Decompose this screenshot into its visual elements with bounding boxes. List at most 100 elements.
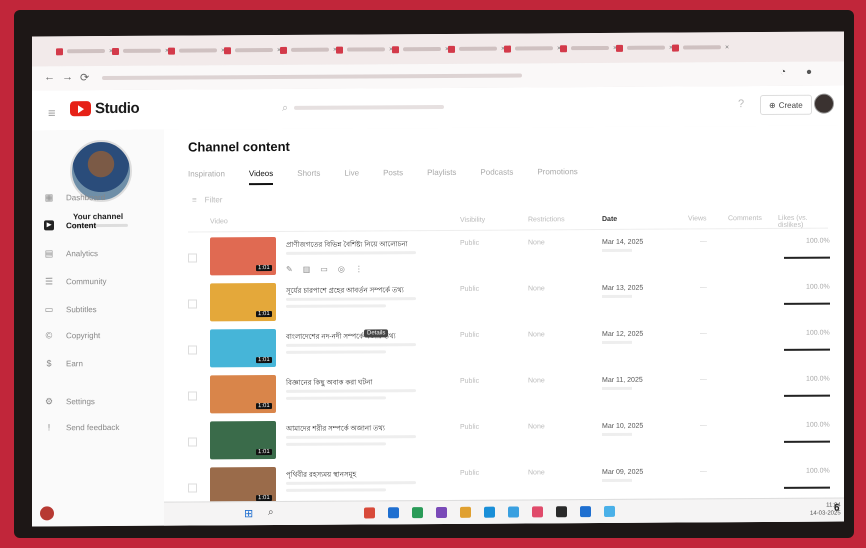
browser-tab[interactable]: × xyxy=(560,42,617,54)
taskbar-app-icon[interactable] xyxy=(412,507,423,519)
comments-icon[interactable]: ▭ xyxy=(320,265,328,274)
tab-title xyxy=(627,45,665,50)
search-input[interactable]: ⌕ xyxy=(282,97,582,117)
browser-tab[interactable]: × xyxy=(336,43,393,55)
sidebar-item-community[interactable]: ☰ Community xyxy=(44,274,107,288)
tab-promotions[interactable]: Promotions xyxy=(537,167,577,183)
taskbar-app-icon[interactable] xyxy=(556,506,567,518)
create-button[interactable]: ⊕ Create xyxy=(760,94,812,116)
help-icon[interactable]: ? xyxy=(738,98,744,110)
browser-tab[interactable]: × xyxy=(280,44,337,56)
browser-tab[interactable]: × xyxy=(504,42,561,54)
sidebar-item-send-feedback[interactable]: ! Send feedback xyxy=(44,420,120,434)
row-checkbox[interactable] xyxy=(188,437,197,447)
taskbar-app-icon[interactable] xyxy=(580,506,591,518)
browser-tab[interactable]: × xyxy=(56,45,113,57)
visibility-value[interactable]: Public xyxy=(460,286,479,293)
video-title[interactable]: পৃথিবীর রহস্যময় স্থানসমূহ xyxy=(286,468,356,480)
table-row[interactable]: 1:01 বিজ্ঞানের কিছু অবাক করা ঘটনা Public No… xyxy=(188,370,830,420)
likes-bar xyxy=(784,302,830,305)
date-value: Mar 12, 2025 xyxy=(602,330,644,338)
row-checkbox[interactable] xyxy=(188,299,197,309)
forward-icon[interactable]: → xyxy=(62,71,73,83)
visibility-value[interactable]: Public xyxy=(460,378,479,385)
tab-title xyxy=(403,46,441,52)
sidebar-item-label: Subtitles xyxy=(66,304,97,314)
browser-tab[interactable]: × xyxy=(392,43,449,55)
video-title[interactable]: আমাদের শরীর সম্পর্কে অজানা তথ্য xyxy=(286,422,385,435)
tab-videos[interactable]: Videos xyxy=(248,169,274,186)
visibility-value[interactable]: Public xyxy=(460,470,479,477)
browser-tab[interactable]: × xyxy=(448,43,505,55)
tab-favicon-icon xyxy=(392,45,399,53)
url-text[interactable] xyxy=(102,73,522,81)
profile-icon[interactable]: ● xyxy=(806,67,812,78)
video-title[interactable]: সূর্যের চারপাশে গ্রহের আবর্তন সম্পর্কে ত… xyxy=(286,284,404,297)
taskbar-app-icon[interactable] xyxy=(388,507,399,519)
sidebar-item-copyright[interactable]: © Copyright xyxy=(44,328,101,342)
col-date[interactable]: Date xyxy=(602,216,617,223)
avatar[interactable] xyxy=(814,93,834,114)
row-checkbox[interactable] xyxy=(188,483,197,493)
tab-posts[interactable]: Posts xyxy=(383,168,403,184)
video-description xyxy=(286,343,416,347)
menu-icon[interactable]: ≡ xyxy=(48,105,56,120)
row-checkbox[interactable] xyxy=(188,391,197,401)
analytics-icon[interactable]: ▥ xyxy=(303,265,311,274)
row-checkbox[interactable] xyxy=(188,253,197,263)
visibility-value[interactable]: Public xyxy=(460,240,479,247)
back-icon[interactable]: ← xyxy=(44,71,55,83)
sidebar-item-analytics[interactable]: ▤ Analytics xyxy=(44,246,98,260)
sidebar-item-earn[interactable]: $ Earn xyxy=(44,356,82,370)
col-views: Views xyxy=(688,215,707,223)
table-row[interactable]: 1:01 আমাদের শরীর সম্পর্কে অজানা তথ্য Publi… xyxy=(188,416,830,466)
tab-live[interactable]: Live xyxy=(344,168,359,184)
sidebar-item-content[interactable]: ▶ Content xyxy=(44,218,96,232)
taskbar-search-icon[interactable]: ⌕ xyxy=(268,507,274,518)
tab-inspiration[interactable]: Inspiration xyxy=(188,169,225,185)
earn-icon: $ xyxy=(46,358,52,369)
taskbar-app-icon[interactable] xyxy=(604,505,615,517)
filter-bar[interactable]: ≡ Filter xyxy=(192,195,222,204)
tab-podcasts[interactable]: Podcasts xyxy=(480,168,513,184)
tab-playlists[interactable]: Playlists xyxy=(427,168,456,184)
table-row[interactable]: 1:01 বাংলাদেশের নদ-নদী সম্পর্কে মজার তথ্য… xyxy=(188,324,830,374)
browser-tab-bar: ×××××××××××× xyxy=(32,31,844,67)
studio-logo[interactable]: Studio xyxy=(70,100,139,117)
tab-shorts[interactable]: Shorts xyxy=(297,169,320,185)
more-icon[interactable]: ⋮ xyxy=(355,264,363,273)
taskbar-app-icon[interactable] xyxy=(436,506,447,519)
video-title[interactable]: বিজ্ঞানের কিছু অবাক করা ঘটনা xyxy=(286,376,372,389)
studio-wordmark: Studio xyxy=(95,99,140,118)
close-icon[interactable]: × xyxy=(725,44,729,51)
extensions-icon[interactable]: ◔ xyxy=(780,67,786,78)
video-title[interactable]: প্রাণীজগতের বিভিন্ন বৈশিষ্ট্য নিয়ে আলোচ… xyxy=(286,238,408,251)
taskbar-app-icon[interactable] xyxy=(484,506,495,518)
browser-tab[interactable]: × xyxy=(224,44,281,56)
taskbar-app-icon[interactable] xyxy=(532,506,543,518)
sidebar-item-dashboard[interactable]: ▦ Dashboard xyxy=(44,190,105,204)
sidebar-item-settings[interactable]: ⚙ Settings xyxy=(44,394,95,408)
sidebar-item-subtitles[interactable]: ▭ Subtitles xyxy=(44,302,97,316)
taskbar-app-icon[interactable] xyxy=(508,506,519,518)
table-row[interactable]: 1:01 প্রাণীজগতের বিভিন্ন বৈশিষ্ট্য নিয়ে … xyxy=(188,232,830,282)
youtube-icon[interactable]: ◎ xyxy=(338,265,345,274)
windows-start-icon[interactable]: ⊞ xyxy=(244,507,253,520)
reload-icon[interactable]: ⟳ xyxy=(80,71,89,84)
browser-tab[interactable]: × xyxy=(616,42,673,54)
table-row[interactable]: 1:01 সূর্যের চারপাশে গ্রহের আবর্তন সম্পর্… xyxy=(188,278,830,328)
profile-avatar[interactable] xyxy=(40,506,54,521)
browser-tab[interactable]: × xyxy=(672,41,729,53)
taskbar-app-icon[interactable] xyxy=(460,506,471,518)
visibility-value[interactable]: Public xyxy=(460,332,479,339)
video-description xyxy=(286,435,416,439)
visibility-value[interactable]: Public xyxy=(460,424,479,431)
edit-icon[interactable]: ✎ xyxy=(286,265,293,274)
views-value: — xyxy=(700,330,707,338)
notification-icon[interactable]: 6 xyxy=(834,503,840,514)
browser-tab[interactable]: × xyxy=(112,45,169,57)
video-duration: 1:01 xyxy=(256,449,272,456)
row-checkbox[interactable] xyxy=(188,345,197,355)
browser-tab[interactable]: × xyxy=(168,44,225,56)
taskbar-app-icon[interactable] xyxy=(364,507,375,519)
